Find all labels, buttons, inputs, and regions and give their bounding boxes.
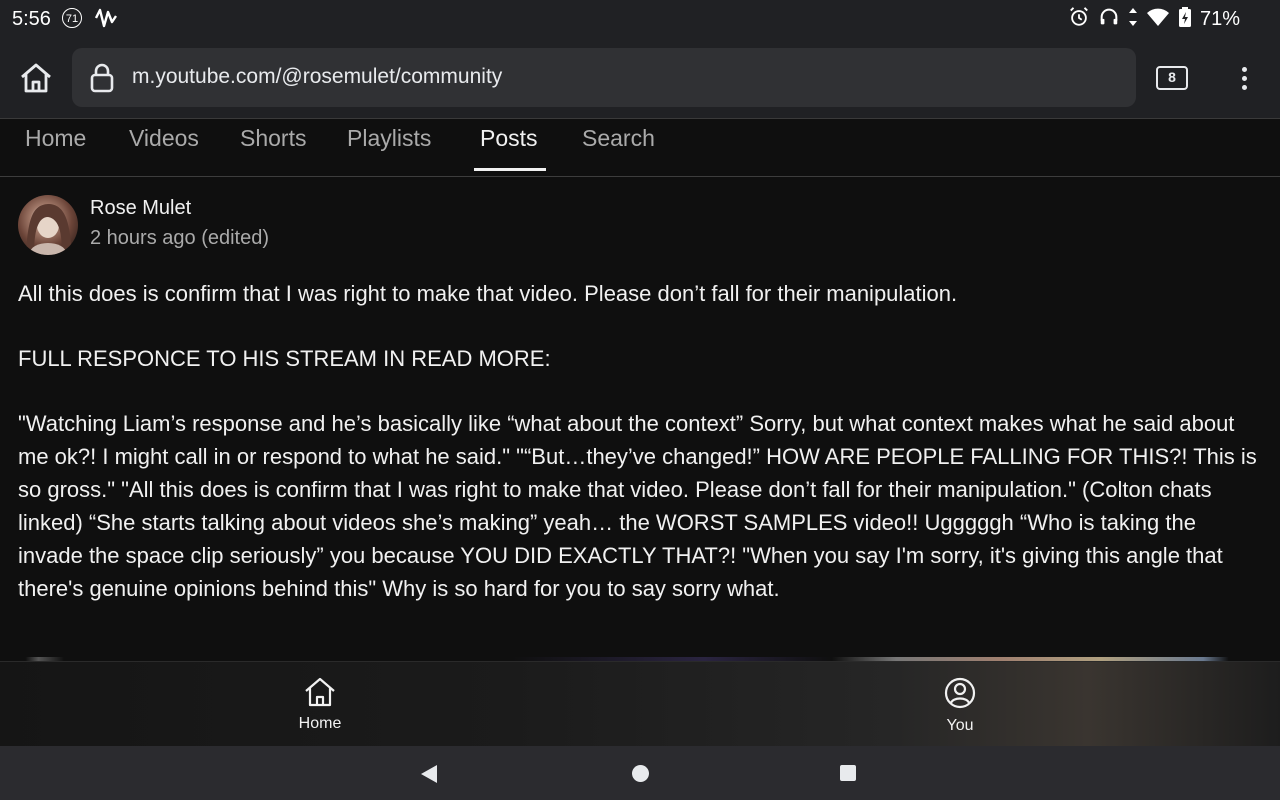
alarm-icon (1068, 6, 1090, 33)
tab-home[interactable]: Home (25, 125, 86, 173)
data-arrows-icon (1128, 6, 1138, 33)
channel-tabs: Home Videos Shorts Playlists Posts Searc… (0, 119, 1280, 177)
post-paragraph: FULL RESPONCE TO HIS STREAM IN READ MORE… (18, 346, 551, 371)
home-icon (305, 677, 335, 707)
nav-you-button[interactable]: You (900, 676, 1020, 735)
post-author[interactable]: Rose Mulet (90, 197, 191, 220)
nav-home-button[interactable]: Home (260, 676, 380, 733)
community-post: Rose Mulet 2 hours ago (edited) All this… (0, 177, 1280, 661)
battery-charging-icon (1178, 6, 1192, 33)
avatar[interactable] (18, 195, 78, 255)
recent-apps-icon[interactable] (840, 765, 856, 781)
home-icon (21, 63, 51, 93)
post-paragraph: All this does is confirm that I was righ… (18, 281, 958, 306)
tab-posts[interactable]: Posts (480, 125, 538, 173)
profile-icon (944, 677, 976, 709)
post-paragraph: "Watching Liam’s response and he’s basic… (18, 411, 1257, 601)
lock-icon (88, 62, 116, 99)
bottom-navigation: Home You (0, 661, 1280, 747)
browser-home-button[interactable] (16, 58, 56, 98)
tab-videos[interactable]: Videos (129, 125, 199, 173)
waveform-icon (94, 6, 118, 35)
tab-shorts[interactable]: Shorts (240, 125, 306, 173)
notification-badge: 71 (62, 8, 82, 28)
address-bar[interactable]: m.youtube.com/@rosemulet/community (72, 48, 1136, 107)
post-text: All this does is confirm that I was righ… (18, 277, 1258, 637)
tab-switcher-button[interactable]: 8 (1156, 66, 1188, 90)
tab-playlists[interactable]: Playlists (347, 125, 431, 173)
system-navigation-bar (0, 746, 1280, 800)
back-icon[interactable] (420, 764, 438, 789)
post-timestamp: 2 hours ago (edited) (90, 227, 270, 249)
system-home-icon[interactable] (632, 765, 649, 782)
url-text[interactable]: m.youtube.com/@rosemulet/community (132, 65, 502, 89)
nav-home-label: Home (298, 715, 342, 732)
active-tab-indicator (474, 168, 546, 171)
browser-toolbar: m.youtube.com/@rosemulet/community 8 (0, 38, 1280, 119)
status-time: 5:56 (12, 8, 51, 30)
tab-search[interactable]: Search (582, 125, 655, 173)
wifi-icon (1146, 6, 1170, 33)
more-options-icon[interactable] (1232, 64, 1256, 94)
headphones-icon (1098, 6, 1120, 33)
nav-you-label: You (946, 717, 974, 734)
status-bar: 5:56 71 71% (0, 0, 1280, 38)
battery-percent: 71% (1199, 8, 1240, 30)
